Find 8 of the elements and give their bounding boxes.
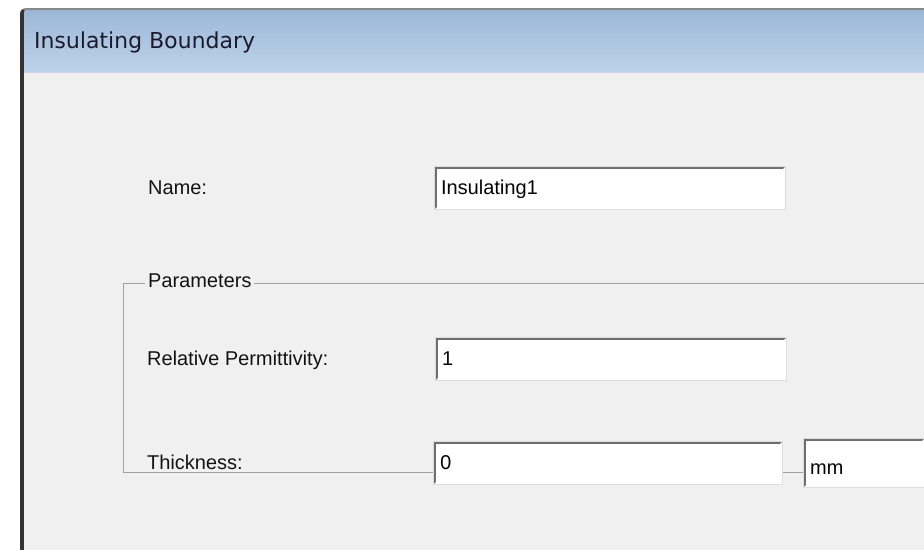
unit-field[interactable]: mm xyxy=(804,439,924,487)
field-label: Thickness: xyxy=(147,452,244,474)
input-field[interactable]: 1 xyxy=(436,338,786,380)
window-title: Insulating Boundary xyxy=(34,28,256,54)
input-field[interactable]: 0 xyxy=(434,442,782,484)
field-label: Name: xyxy=(147,176,208,200)
field-label: Relative Permittivity: xyxy=(147,348,330,370)
input-field[interactable]: Insulating1 xyxy=(435,167,785,209)
